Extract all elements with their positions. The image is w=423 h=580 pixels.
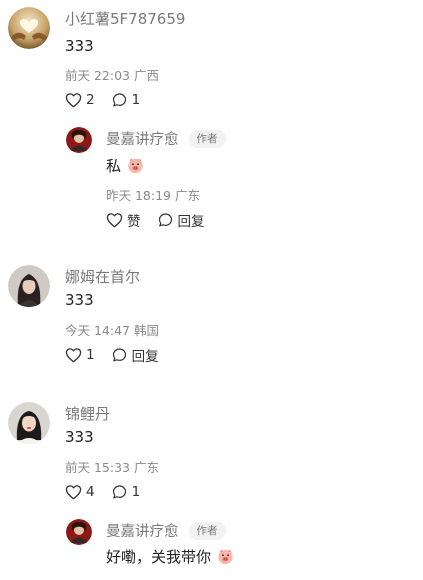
reply-avatar[interactable]	[66, 519, 92, 545]
like-button[interactable]: 4	[65, 484, 95, 500]
reply-text: 好嘞，关我带你	[106, 548, 212, 566]
comment-actions: 2 1	[65, 90, 156, 110]
comment-author[interactable]: 锦鲤丹	[65, 403, 110, 424]
reply-text-row: 私	[106, 155, 144, 176]
comment-author[interactable]: 小红薯5F787659	[65, 8, 185, 29]
heart-outline-icon	[65, 485, 82, 500]
speech-bubble-icon	[112, 348, 126, 362]
comment-meta: 前天 22:03 广西	[65, 65, 159, 84]
like-count: 4	[86, 484, 95, 500]
comment-text: 333	[65, 291, 94, 309]
comment-actions: 1 回复	[65, 345, 175, 365]
comment-actions: 4 1	[65, 482, 156, 502]
reply-button[interactable]: 回复	[111, 345, 159, 365]
comment-location: 广东	[133, 460, 159, 475]
reply-button[interactable]: 回复	[157, 210, 205, 230]
like-count: 1	[86, 347, 95, 363]
reply-label: 回复	[177, 214, 205, 230]
like-label: 赞	[127, 214, 141, 230]
reply-text: 私	[106, 157, 122, 175]
comment-author[interactable]: 娜姆在首尔	[65, 266, 140, 287]
comment-location: 韩国	[133, 323, 159, 338]
comment-time: 今天 14:47	[65, 323, 130, 338]
speech-bubble-icon	[112, 485, 126, 499]
reply-text-row: 好嘞，关我带你	[106, 546, 234, 567]
reply-time: 昨天 18:19	[106, 188, 171, 203]
reply-author[interactable]: 曼嘉讲疗愈	[106, 128, 179, 149]
comment-location: 广西	[133, 68, 159, 83]
reply-author[interactable]: 曼嘉讲疗愈	[106, 520, 179, 541]
speech-bubble-icon	[112, 93, 126, 107]
comment-meta: 前天 15:33 广东	[65, 457, 159, 476]
speech-bubble-icon	[158, 213, 172, 227]
comment-time: 前天 15:33	[65, 460, 130, 475]
reply-location: 广东	[174, 188, 200, 203]
heart-outline-icon	[65, 93, 82, 108]
reply-meta: 昨天 18:19 广东	[106, 185, 200, 204]
comment-meta: 今天 14:47 韩国	[65, 320, 159, 339]
like-count: 2	[86, 92, 95, 108]
reply-label: 回复	[131, 349, 159, 365]
reply-actions: 赞 回复	[106, 210, 221, 230]
pig-face-emoji-icon	[128, 158, 143, 174]
pig-face-emoji-icon	[218, 549, 233, 565]
reply-button[interactable]: 1	[111, 484, 141, 500]
avatar[interactable]	[8, 7, 50, 49]
reply-count: 1	[131, 92, 141, 108]
heart-outline-icon	[106, 213, 123, 228]
like-button[interactable]: 1	[65, 347, 95, 363]
reply-author-row: 曼嘉讲疗愈 作者	[106, 128, 226, 149]
comment-text: 333	[65, 37, 94, 55]
comment-text: 333	[65, 428, 94, 446]
comment-item: 小红薯5F787659 333 前天 22:03 广西 2 1 曼嘉讲疗愈 作者…	[0, 0, 423, 250]
like-button[interactable]: 2	[65, 92, 95, 108]
reply-count: 1	[131, 484, 141, 500]
comment-time: 前天 22:03	[65, 68, 130, 83]
author-badge: 作者	[188, 129, 226, 148]
reply-button[interactable]: 1	[111, 92, 141, 108]
avatar[interactable]	[8, 402, 50, 444]
avatar[interactable]	[8, 265, 50, 307]
heart-outline-icon	[65, 348, 82, 363]
comment-list: 小红薯5F787659 333 前天 22:03 广西 2 1 曼嘉讲疗愈 作者…	[0, 0, 423, 580]
author-badge: 作者	[188, 521, 226, 540]
reply-avatar[interactable]	[66, 127, 92, 153]
reply-author-row: 曼嘉讲疗愈 作者	[106, 520, 226, 541]
like-button[interactable]: 赞	[106, 210, 141, 230]
